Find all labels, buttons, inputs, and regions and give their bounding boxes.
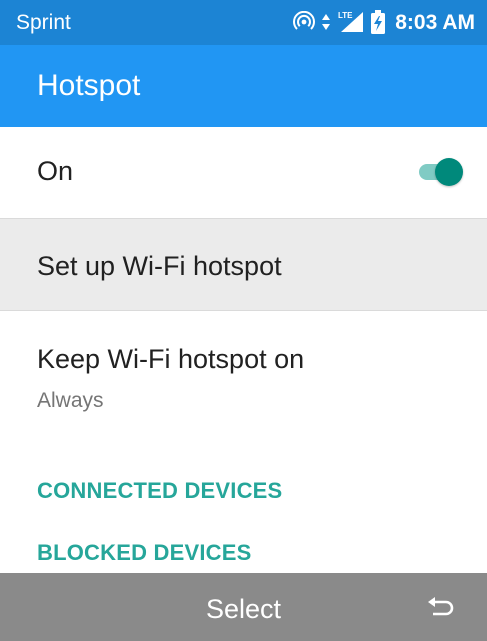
select-softkey[interactable]: Select bbox=[0, 593, 487, 625]
keep-hotspot-on-row[interactable]: Keep Wi-Fi hotspot on Always bbox=[0, 311, 487, 444]
lte-label: LTE bbox=[338, 11, 353, 20]
carrier-name: Sprint bbox=[16, 11, 71, 34]
status-icons: LTE 8:03 AM bbox=[293, 8, 475, 36]
hotspot-icon bbox=[293, 11, 316, 33]
switch-thumb bbox=[435, 158, 463, 186]
softkey-bar: Select bbox=[0, 573, 487, 641]
app-bar: Hotspot bbox=[0, 45, 487, 127]
setup-label: Set up Wi-Fi hotspot bbox=[37, 251, 282, 281]
hotspot-toggle-row[interactable]: On bbox=[0, 127, 487, 218]
lte-signal-icon: LTE bbox=[337, 10, 365, 34]
keep-on-summary: Always bbox=[37, 389, 104, 412]
data-arrows-icon bbox=[321, 11, 331, 33]
keep-on-label: Keep Wi-Fi hotspot on bbox=[37, 344, 305, 374]
clock: 8:03 AM bbox=[395, 10, 475, 34]
hotspot-screen: Sprint LTE 8:03 AM Hotspot On Set up Wi-… bbox=[0, 0, 487, 641]
battery-charging-icon bbox=[371, 10, 386, 34]
setup-wifi-hotspot-row[interactable]: Set up Wi-Fi hotspot bbox=[0, 218, 487, 311]
hotspot-switch[interactable] bbox=[419, 155, 465, 189]
blocked-devices-header: BLOCKED DEVICES bbox=[37, 540, 252, 565]
connected-devices-header: CONNECTED DEVICES bbox=[37, 478, 283, 503]
back-icon[interactable] bbox=[426, 593, 454, 621]
status-bar: Sprint LTE 8:03 AM bbox=[0, 0, 487, 45]
page-title: Hotspot bbox=[37, 69, 141, 102]
toggle-label: On bbox=[37, 156, 74, 186]
